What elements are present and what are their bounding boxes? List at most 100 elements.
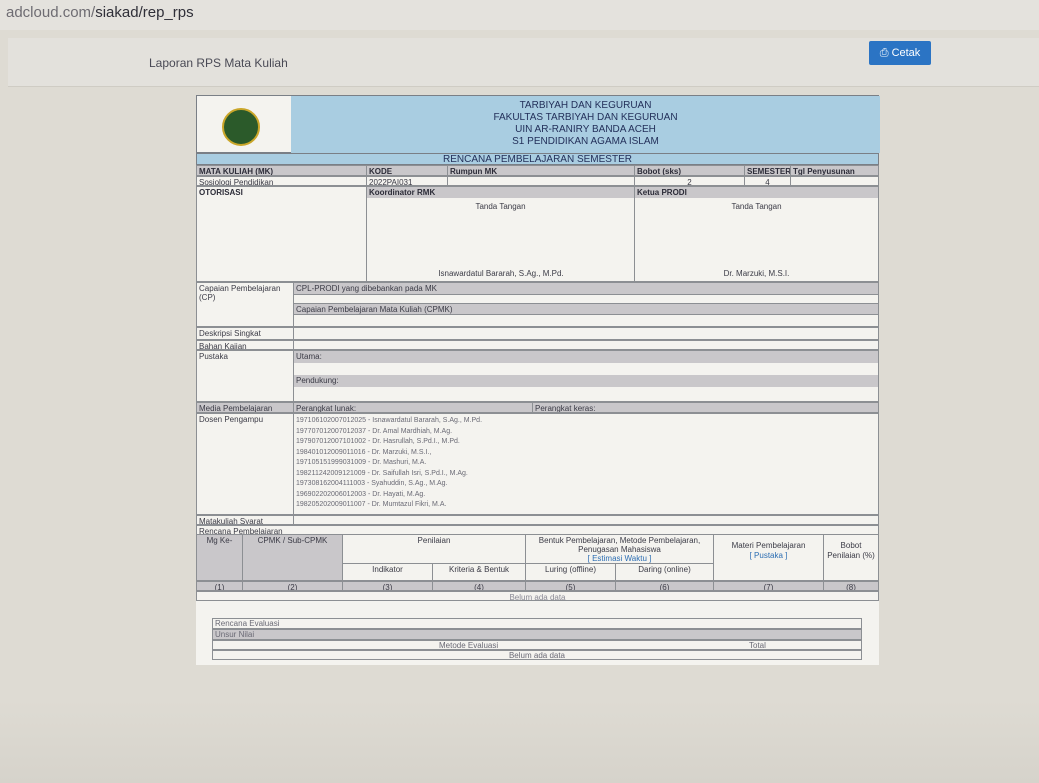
media-label: Media Pembelajaran — [197, 403, 294, 412]
pustaka-pendukung: Pendukung: — [294, 375, 878, 387]
perangkat-keras: Perangkat keras: — [533, 403, 878, 412]
pustaka-label: Pustaka — [197, 351, 294, 401]
col-tgl: Tgl Penyusunan — [791, 166, 878, 175]
col-penilaian: Penilaian — [343, 535, 526, 563]
sign-label: Tanda Tangan — [731, 202, 782, 211]
evaluasi-empty-row: Belum ada data — [212, 650, 862, 660]
col-daring: Daring (online) — [616, 563, 714, 580]
rumpun-value — [448, 177, 635, 185]
ketua-label: Ketua PRODI — [635, 187, 878, 198]
col-kode: KODE — [367, 166, 448, 175]
dosen-item: 198205202009011007 - Dr. Mumtazul Fikri,… — [296, 501, 447, 508]
rencana-empty-row: Belum ada data — [196, 591, 879, 601]
page-title: Laporan RPS Mata Kuliah — [149, 56, 288, 70]
institution-block: TARBIYAH DAN KEGURUAN FAKULTAS TARBIYAH … — [291, 96, 880, 153]
num-cell: (5) — [526, 582, 616, 590]
print-button-label: Cetak — [891, 47, 921, 59]
dosen-item: 197308162004111003 - Syahuddin, S.Ag., M… — [296, 480, 448, 487]
semester-value: 4 — [745, 177, 791, 185]
kode-value: 2022PAI031 — [367, 177, 448, 185]
rps-document: TARBIYAH DAN KEGURUAN FAKULTAS TARBIYAH … — [196, 95, 880, 665]
dosen-item: 197105151999031009 - Dr. Mashuri, M.A. — [296, 459, 427, 466]
ketua-name: Dr. Marzuki, M.S.I. — [723, 269, 790, 278]
col-minggu: Mg Ke- — [197, 535, 243, 580]
bahan-row: Bahan Kajian — [196, 340, 879, 350]
col-rumpun: Rumpun MK — [448, 166, 635, 175]
cp-row: Capaian Pembelajaran (CP) CPL-PRODI yang… — [196, 282, 879, 327]
bobot-value: 2 — [635, 177, 745, 185]
dosen-item: 198401012009011016 - Dr. Marzuki, M.S.I.… — [296, 448, 432, 456]
rencana-label: Rencana Pembelajaran — [199, 527, 283, 534]
col-luring: Luring (offline) — [526, 563, 616, 580]
university-logo — [222, 108, 260, 146]
unsur-nilai: Unsur Nilai — [215, 630, 255, 639]
col-bobot-penilaian: Bobot Penilaian (%) — [827, 541, 875, 560]
section-title: RENCANA PEMBELAJARAN SEMESTER — [196, 153, 879, 165]
dosen-item: 197907012007101002 - Dr. Hasrullah, S.Pd… — [296, 438, 460, 445]
col-cpmk: CPMK / Sub-CPMK — [243, 535, 343, 580]
dosen-item: 196902202006012003 - Dr. Hayati, M.Ag. — [296, 490, 426, 498]
institution-line: S1 PENDIDIKAN AGAMA ISLAM — [512, 136, 659, 147]
perangkat-lunak: Perangkat lunak: — [294, 403, 533, 412]
document-header: TARBIYAH DAN KEGURUAN FAKULTAS TARBIYAH … — [196, 95, 880, 153]
syarat-label: Matakuliah Syarat — [197, 516, 294, 524]
col-kriteria: Kriteria & Bentuk — [433, 563, 526, 580]
dosen-row: Dosen Pengampu 197106102007012025 - Isna… — [196, 413, 879, 515]
sign-label: Tanda Tangan — [475, 202, 526, 211]
media-row: Media Pembelajaran Perangkat lunak: Pera… — [196, 402, 879, 413]
dosen-label: Dosen Pengampu — [197, 414, 294, 514]
col-bobot: Bobot (sks) — [635, 166, 745, 175]
num-cell: (1) — [197, 582, 243, 590]
rencana-empty: Belum ada data — [509, 593, 566, 600]
cpmk-label: Capaian Pembelajaran Mata Kuliah (CPMK) — [294, 303, 878, 315]
cp-label: Capaian Pembelajaran (CP) — [197, 283, 294, 326]
deskripsi-row: Deskripsi Singkat — [196, 327, 879, 340]
evaluasi-subheader: Metode Evaluasi Total — [212, 640, 862, 650]
cpl-label: CPL-PRODI yang dibebankan pada MK — [294, 283, 878, 295]
syarat-row: Matakuliah Syarat — [196, 515, 879, 525]
rencana-label-row: Rencana Pembelajaran — [196, 525, 879, 534]
evaluasi-header: Unsur Nilai — [212, 629, 862, 640]
col-indikator: Indikator — [343, 563, 433, 580]
metode-evaluasi: Metode Evaluasi — [439, 641, 499, 650]
col-bentuk: Bentuk Pembelajaran, Metode Pembelajaran… — [538, 536, 701, 554]
otorisasi-label: OTORISASI — [197, 187, 367, 281]
dosen-item: 197707012007012037 - Dr. Amal Mardhiah, … — [296, 427, 453, 435]
tgl-value — [791, 177, 878, 185]
col-estimasi: [ Estimasi Waktu ] — [587, 554, 652, 563]
rencana-numbers: (1) (2) (3) (4) (5) (6) (7) (8) — [196, 581, 879, 591]
num-cell: (2) — [243, 582, 343, 590]
num-cell: (8) — [824, 582, 878, 590]
col-materi: Materi Pembelajaran — [731, 541, 806, 550]
koordinator-name: Isnawardatul Bararah, S.Ag., M.Pd. — [438, 269, 564, 278]
rencana-header: Mg Ke- CPMK / Sub-CPMK Penilaian Indikat… — [196, 534, 879, 581]
evaluasi-label-row: Rencana Evaluasi — [212, 618, 862, 629]
evaluasi-empty: Belum ada data — [508, 651, 566, 660]
dosen-item: 197106102007012025 - Isnawardatul Barara… — [296, 417, 483, 424]
printer-icon: ⎙ — [879, 47, 889, 59]
print-button[interactable]: ⎙ Cetak — [869, 41, 931, 65]
otorisasi-row: OTORISASI Koordinator RMK Tanda Tangan I… — [196, 186, 879, 282]
col-pustaka: [ Pustaka ] — [749, 551, 788, 560]
num-cell: (7) — [714, 582, 824, 590]
num-cell: (3) — [343, 582, 433, 590]
evaluasi-label: Rencana Evaluasi — [215, 619, 280, 628]
total-label: Total — [749, 641, 766, 650]
mata-kuliah-value: Sosiologi Pendidikan — [197, 177, 367, 185]
institution-line: UIN AR-RANIRY BANDA ACEH — [515, 124, 656, 135]
course-header-row: MATA KULIAH (MK) KODE Rumpun MK Bobot (s… — [196, 165, 879, 176]
col-mata-kuliah: MATA KULIAH (MK) — [197, 166, 367, 175]
col-semester: SEMESTER — [745, 166, 791, 175]
browser-url-bar[interactable]: adcloud.com/siakad/rep_rps — [0, 0, 1039, 30]
institution-line: FAKULTAS TARBIYAH DAN KEGURUAN — [493, 112, 678, 123]
bahan-label: Bahan Kajian — [197, 341, 294, 349]
url-text[interactable]: adcloud.com/siakad/rep_rps — [6, 4, 194, 21]
pustaka-utama: Utama: — [294, 351, 878, 363]
dosen-item: 198211242009121009 - Dr. Saifullah Isri,… — [296, 469, 468, 477]
num-cell: (6) — [616, 582, 714, 590]
institution-line: TARBIYAH DAN KEGURUAN — [519, 100, 652, 111]
koordinator-label: Koordinator RMK — [367, 187, 634, 198]
course-values-row: Sosiologi Pendidikan 2022PAI031 2 4 — [196, 176, 879, 186]
deskripsi-label: Deskripsi Singkat — [197, 328, 294, 339]
pustaka-row: Pustaka Utama: Pendukung: — [196, 350, 879, 402]
